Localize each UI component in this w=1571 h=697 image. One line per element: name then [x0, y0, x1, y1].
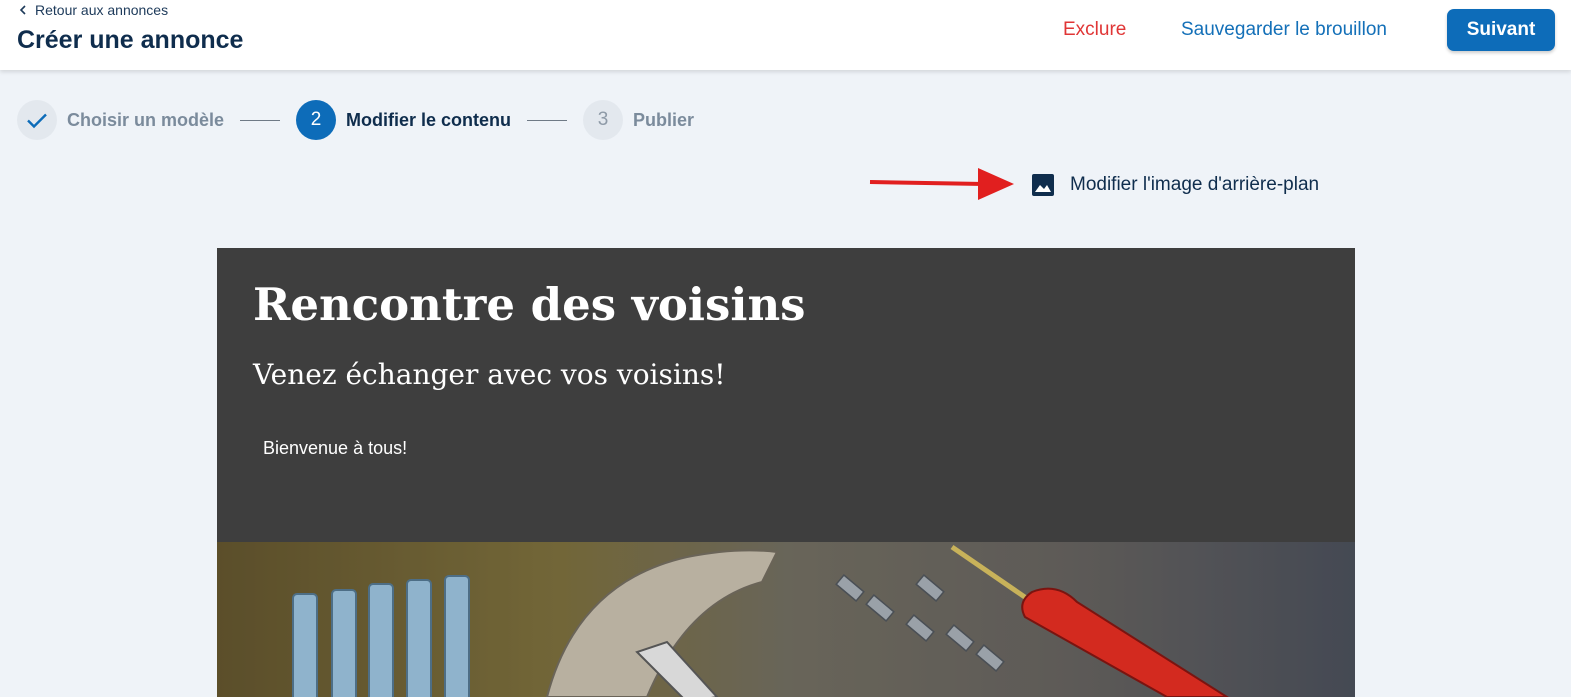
save-draft-button[interactable]: Sauvegarder le brouillon	[1181, 19, 1387, 41]
image-icon	[1032, 174, 1054, 196]
step-choose-template[interactable]: Choisir un modèle	[17, 100, 224, 140]
preview-header-block[interactable]: Rencontre des voisins Venez échanger ave…	[217, 248, 1355, 542]
change-background-image-button[interactable]: Modifier l'image d'arrière-plan	[1031, 173, 1319, 197]
progress-stepper: Choisir un modèle 2 Modifier le contenu …	[17, 100, 694, 140]
back-to-listings-link[interactable]: Retour aux annonces	[17, 2, 168, 18]
checkmark-icon	[27, 113, 47, 129]
page-title: Créer une annonce	[17, 26, 244, 54]
preview-title[interactable]: Rencontre des voisins	[253, 278, 806, 331]
chevron-left-icon	[19, 5, 26, 15]
step-publish[interactable]: 3 Publier	[583, 100, 694, 140]
red-arrow-annotation	[869, 168, 1014, 200]
background-tools-image	[217, 542, 1355, 697]
back-link-label: Retour aux annonces	[35, 2, 169, 18]
step-1-circle	[17, 100, 57, 140]
step-2-label: Modifier le contenu	[346, 109, 512, 130]
step-1-label: Choisir un modèle	[67, 109, 225, 130]
change-background-label: Modifier l'image d'arrière-plan	[1070, 174, 1320, 195]
step-edit-content[interactable]: 2 Modifier le contenu	[296, 100, 511, 140]
step-connector	[527, 119, 568, 121]
exclude-button[interactable]: Exclure	[1063, 19, 1126, 41]
announcement-preview: Rencontre des voisins Venez échanger ave…	[217, 248, 1355, 697]
step-3-label: Publier	[633, 109, 695, 130]
preview-body-text[interactable]: Bienvenue à tous!	[263, 438, 407, 459]
step-connector	[240, 119, 281, 121]
next-button[interactable]: Suivant	[1447, 9, 1555, 51]
preview-subtitle[interactable]: Venez échanger avec vos voisins!	[253, 358, 726, 391]
step-2-circle: 2	[296, 100, 337, 140]
top-header: Retour aux annonces Créer une annonce Ex…	[0, 0, 1571, 70]
step-3-circle: 3	[583, 100, 624, 140]
